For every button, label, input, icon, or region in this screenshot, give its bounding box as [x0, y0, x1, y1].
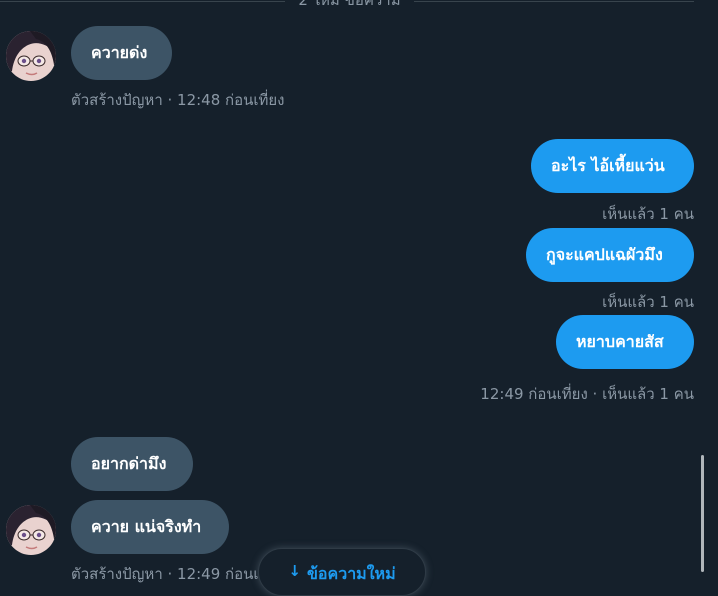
message-bubble-incoming[interactable]: ควายด่ง	[71, 26, 172, 80]
scrollbar[interactable]	[694, 0, 718, 572]
new-messages-button[interactable]: ↓ ข้อความใหม่	[258, 548, 426, 596]
avatar-image	[6, 505, 56, 555]
seen-status: เห็นแล้ว 1 คน	[602, 293, 694, 311]
avatar-image	[6, 31, 56, 81]
seen-status: เห็นแล้ว 1 คน	[602, 205, 694, 223]
message-bubble-incoming[interactable]: อยากด่ามึง	[71, 437, 193, 491]
message-bubble-outgoing[interactable]: กูจะแคปแฉผัวมึง	[526, 228, 694, 282]
message-meta: 12:49 ก่อนเที่ยง · เห็นแล้ว 1 คน	[480, 385, 694, 403]
divider-line-left	[0, 1, 285, 2]
scrollbar-thumb[interactable]	[701, 455, 704, 572]
message-meta: ตัวสร้างปัญหา · 12:49 ก่อนเที่ยง	[71, 565, 285, 583]
message-bubble-outgoing[interactable]: อะไร ไอ้เหี้ยแว่น	[531, 139, 694, 193]
message-meta: ตัวสร้างปัญหา · 12:48 ก่อนเที่ยง	[71, 91, 285, 109]
sender-avatar[interactable]	[6, 31, 56, 81]
arrow-down-icon: ↓	[288, 562, 301, 580]
message-bubble-incoming[interactable]: ควาย แน่จริงทำ	[71, 500, 229, 554]
divider-line-right	[414, 1, 694, 2]
unread-divider: 2 ใหม่ ข้อความ	[0, 0, 694, 9]
new-messages-label: ข้อความใหม่	[306, 564, 396, 583]
unread-divider-label: 2 ใหม่ ข้อความ	[298, 0, 401, 9]
sender-avatar[interactable]	[6, 505, 56, 555]
message-bubble-outgoing[interactable]: หยาบคายสัส	[556, 315, 694, 369]
